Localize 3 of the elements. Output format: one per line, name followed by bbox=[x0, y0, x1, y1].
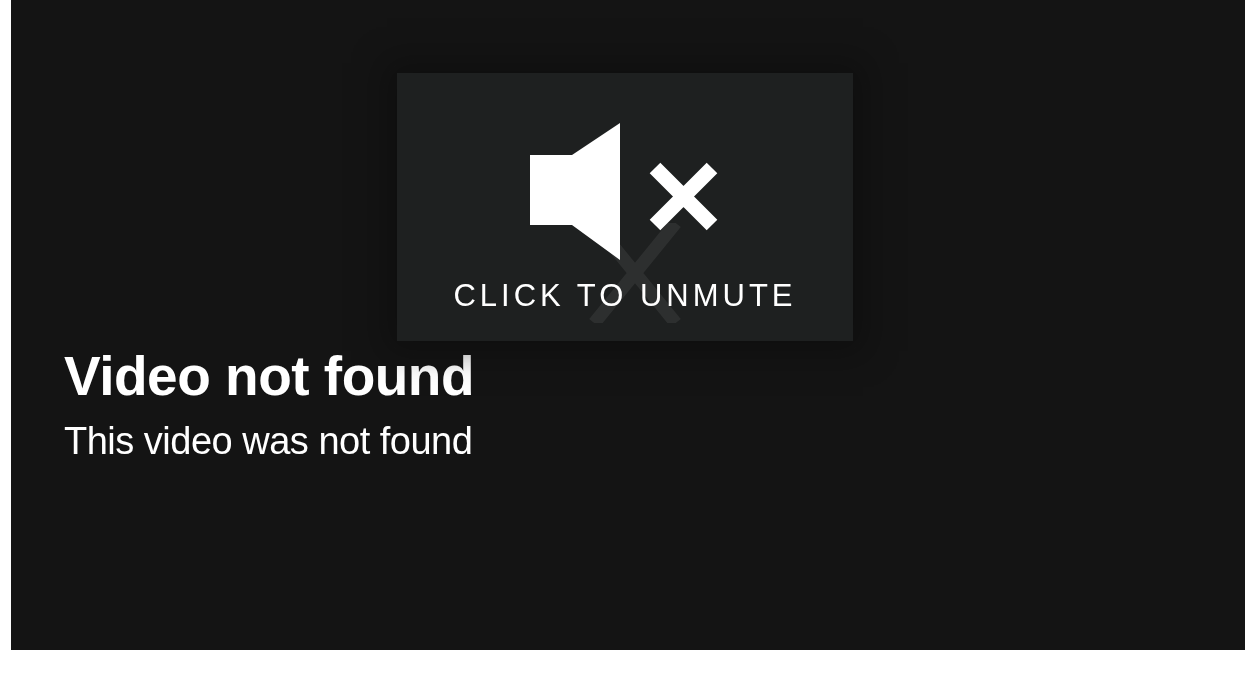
unmute-button[interactable]: CLICK TO UNMUTE bbox=[397, 73, 853, 341]
error-message: This video was not found bbox=[64, 420, 473, 463]
error-title: Video not found bbox=[64, 346, 475, 407]
